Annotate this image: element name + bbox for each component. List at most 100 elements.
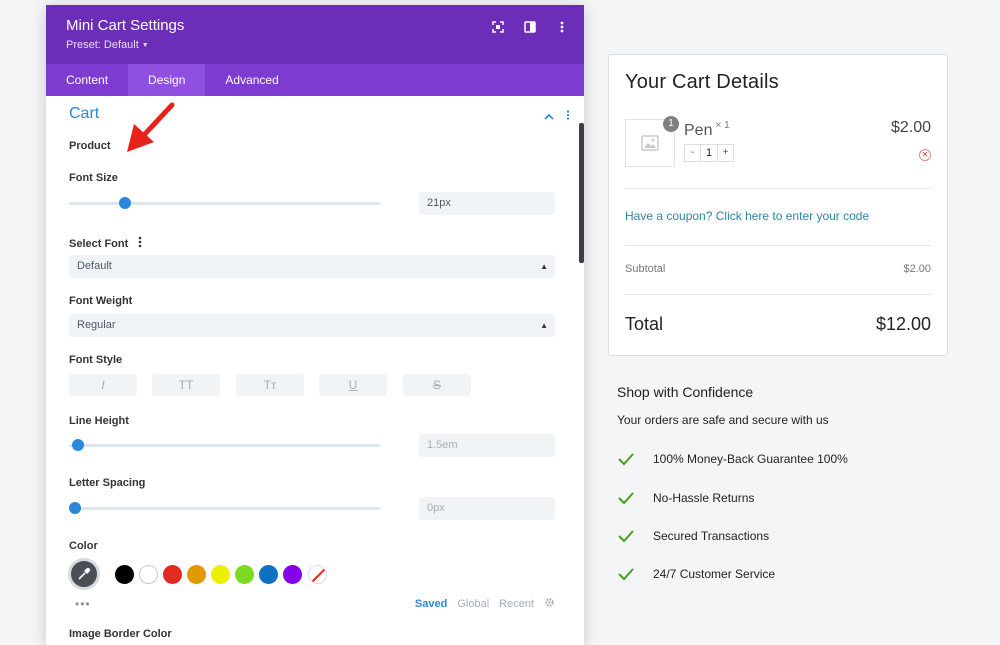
font-style-buttons: I TT Tт U S [69,374,555,396]
coupon-link[interactable]: Have a coupon? Click here to enter your … [625,209,869,223]
divider [625,245,931,246]
tab-content[interactable]: Content [46,64,128,96]
select-font-label: Select Font [69,238,129,250]
letter-spacing-label: Letter Spacing [69,477,146,489]
color-tab-recent[interactable]: Recent [499,598,534,610]
letter-spacing-slider: 0px [69,497,555,520]
eyedropper-icon[interactable] [68,558,100,590]
divider [625,188,931,189]
strikethrough-button[interactable]: S [403,374,471,396]
swatch-blue[interactable] [259,565,278,584]
more-options-icon[interactable] [554,19,570,35]
font-size-slider: 21px [69,192,555,215]
total-value: $12.00 [875,314,931,334]
subtotal-value: $2.00 [903,263,931,275]
color-label: Color [69,540,98,552]
confidence-item-text: Secured Transactions [653,529,770,543]
font-weight-value: Regular [77,319,116,331]
confidence-item: 24/7 Customer Service [617,567,775,581]
color-picker-row [68,558,555,598]
no-color-icon[interactable] [308,565,327,584]
line-height-slider: 1.5em [69,434,555,457]
image-border-color-label: Image Border Color [69,628,172,640]
tab-design[interactable]: Design [128,64,206,96]
checkmark-icon [618,568,634,581]
font-size-knob[interactable] [119,197,131,209]
swatch-yellow[interactable] [211,565,230,584]
color-tab-global[interactable]: Global [457,598,489,610]
checkmark-icon [618,492,634,505]
italic-button[interactable]: I [69,374,137,396]
confidence-item-text: 24/7 Customer Service [653,567,776,581]
letter-spacing-value[interactable]: 0px [419,497,555,520]
swatch-black[interactable] [115,565,134,584]
settings-panel: Mini Cart Settings Preset: Default ▼ Con… [46,5,584,645]
font-weight-dropdown[interactable]: Regular ▲ [69,314,555,337]
confidence-subtitle: Your orders are safe and secure with us [617,413,829,427]
select-arrows-icon: ▲ [540,321,548,330]
font-size-track[interactable] [69,197,380,209]
font-style-label: Font Style [69,354,123,366]
line-height-track[interactable] [69,439,380,451]
confidence-item-text: 100% Money-Back Guarantee 100% [653,452,848,466]
section-more-icon[interactable] [566,107,570,125]
select-font-row: Select Font [69,235,555,253]
quantity-input[interactable]: 1 [700,145,718,161]
confidence-item-text: No-Hassle Returns [653,491,755,505]
product-name[interactable]: Pen × 1 [684,120,730,140]
swatch-orange[interactable] [187,565,206,584]
preset-dropdown[interactable]: Preset: Default ▼ [66,39,149,51]
line-height-label: Line Height [69,415,129,427]
gear-icon[interactable] [544,597,555,611]
decrement-button[interactable]: - [685,145,700,161]
letter-spacing-track[interactable] [69,502,380,514]
panel-tabs: Content Design Advanced [46,64,584,96]
checkmark-icon [618,530,634,543]
product-multiplier: × 1 [715,120,730,131]
panel-content: Cart Product Font Size 21px Select Font … [46,96,584,640]
split-view-icon[interactable] [522,19,538,35]
image-placeholder-icon [641,135,659,151]
section-title: Cart [69,105,100,122]
line-height-value[interactable]: 1.5em [419,434,555,457]
line-height-knob[interactable] [72,439,84,451]
item-price: $2.00 [890,119,931,136]
red-arrow-icon [127,102,175,152]
select-font-value: Default [77,260,112,272]
swatch-purple[interactable] [283,565,302,584]
chevron-up-icon[interactable] [544,107,554,125]
confidence-item: Secured Transactions [617,529,769,543]
cart-title: Your Cart Details [625,71,779,93]
confidence-item: 100% Money-Back Guarantee 100% [617,452,848,466]
panel-header: Mini Cart Settings Preset: Default ▼ [46,5,584,64]
swatch-white[interactable] [139,565,158,584]
font-size-label: Font Size [69,172,118,184]
font-options-icon[interactable] [138,235,142,253]
capitalize-button[interactable]: Tт [236,374,304,396]
expand-icon[interactable] [490,19,506,35]
swatch-red[interactable] [163,565,182,584]
preset-label: Preset: Default [66,39,139,51]
panel-scrollbar[interactable] [579,123,584,263]
confidence-item: No-Hassle Returns [617,491,754,505]
uppercase-button[interactable]: TT [152,374,220,396]
cart-item: 1 Pen × 1 - 1 + $2.00 ✕ [625,116,931,169]
font-size-value[interactable]: 21px [419,192,555,215]
cart-card: Your Cart Details 1 Pen × 1 - 1 + $2.00 ✕… [608,54,948,356]
quantity-badge: 1 [663,116,679,132]
font-weight-label: Font Weight [69,295,133,307]
more-colors-icon[interactable]: ••• [75,597,91,611]
quantity-stepper: - 1 + [684,144,734,162]
divider [625,294,931,295]
select-font-dropdown[interactable]: Default ▲ [69,255,555,278]
underline-button[interactable]: U [319,374,387,396]
confidence-title: Shop with Confidence [617,384,754,400]
swatch-green[interactable] [235,565,254,584]
remove-item-icon[interactable]: ✕ [919,149,931,161]
letter-spacing-knob[interactable] [69,502,81,514]
tab-advanced[interactable]: Advanced [205,64,298,96]
total-label: Total [625,314,664,334]
checkmark-icon [618,453,634,466]
color-tab-saved[interactable]: Saved [415,598,447,610]
increment-button[interactable]: + [718,145,733,161]
